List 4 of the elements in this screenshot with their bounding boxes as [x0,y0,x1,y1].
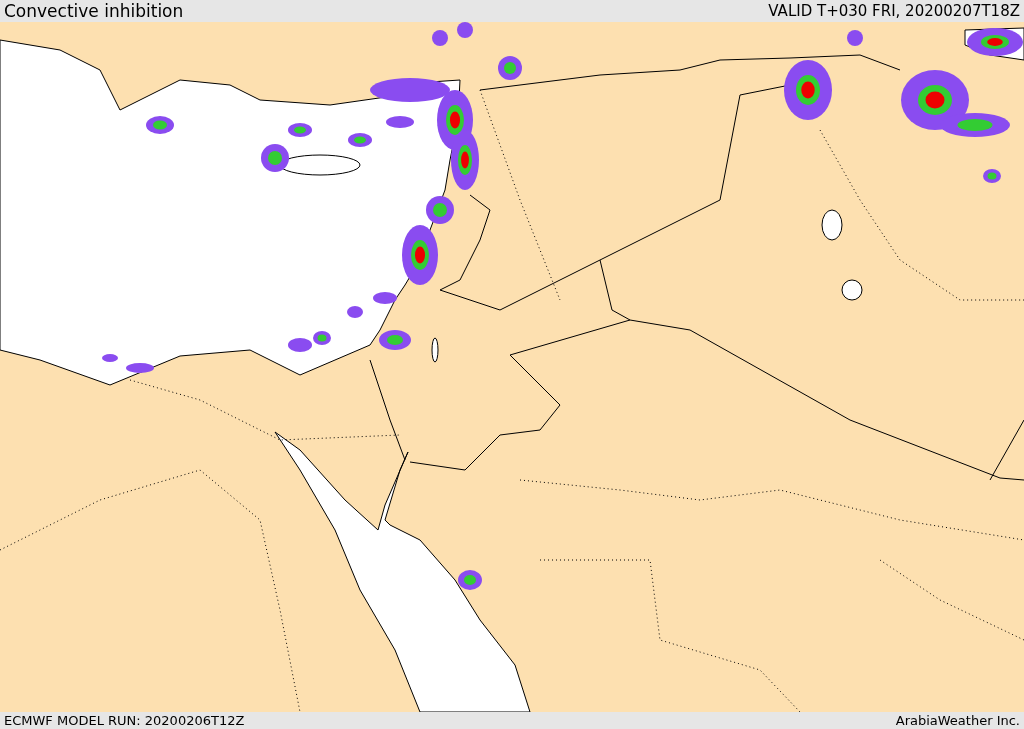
map-title: Convective inhibition [4,2,184,20]
credit-text: ArabiaWeather Inc. [895,714,1020,727]
valid-time: VALID T+030 FRI, 20200207T18Z [768,3,1020,19]
model-run: ECMWF MODEL RUN: 20200206T12Z [4,714,245,727]
